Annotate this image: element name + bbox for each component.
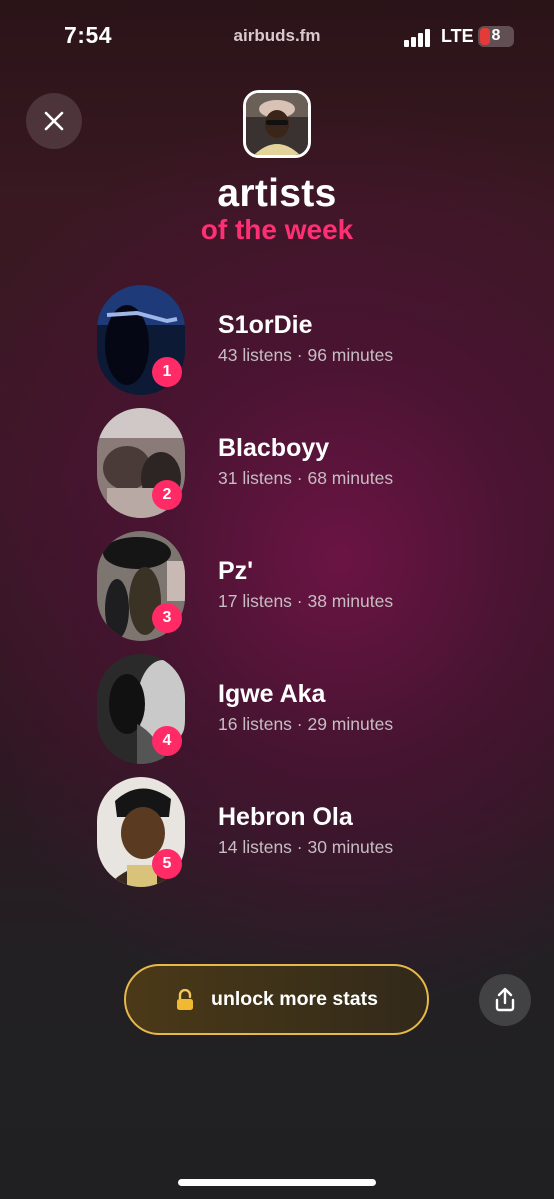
artist-name: S1orDie [218, 311, 313, 339]
artist-row[interactable]: 2 Blacboyy 31 listens · 68 minutes [97, 408, 517, 518]
close-button[interactable] [26, 93, 82, 149]
signal-icon [404, 29, 434, 47]
rank-badge: 1 [152, 357, 182, 387]
battery-icon: 8 [478, 26, 514, 47]
unlock-button-label: unlock more stats [211, 988, 378, 1010]
artist-row[interactable]: 1 S1orDie 43 listens · 96 minutes [97, 285, 517, 395]
artist-name: Pz' [218, 557, 254, 585]
rank-badge: 3 [152, 603, 182, 633]
page-subtitle: of the week [200, 214, 354, 245]
close-icon [44, 111, 64, 131]
artist-name: Blacboyy [218, 434, 330, 462]
artist-row[interactable]: 3 Pz' 17 listens · 38 minutes [97, 531, 517, 641]
unlock-more-stats-button[interactable]: unlock more stats [124, 964, 429, 1035]
artist-stats: 17 listens · 38 minutes [218, 591, 394, 611]
artist-stats: 43 listens · 96 minutes [218, 345, 394, 365]
artist-stats: 16 listens · 29 minutes [218, 714, 394, 734]
rank-badge: 2 [152, 480, 182, 510]
page-title: artists [217, 172, 337, 215]
status-bar: 7:54 airbuds.fm LTE 8 [0, 0, 554, 70]
network-label: LTE [441, 26, 474, 46]
share-icon [495, 987, 515, 1012]
artist-stats: 14 listens · 30 minutes [218, 837, 394, 857]
artist-name: Igwe Aka [218, 680, 326, 708]
artist-name: Hebron Ola [218, 803, 353, 831]
artist-row[interactable]: 4 Igwe Aka 16 listens · 29 minutes [97, 654, 517, 764]
battery-level: 8 [491, 27, 501, 44]
artist-stats: 31 listens · 68 minutes [218, 468, 394, 488]
home-indicator[interactable] [178, 1179, 376, 1186]
rank-badge: 4 [152, 726, 182, 756]
lock-icon [177, 988, 194, 1010]
artist-row[interactable]: 5 Hebron Ola 14 listens · 30 minutes [97, 777, 517, 887]
profile-avatar[interactable] [243, 90, 311, 158]
rank-badge: 5 [152, 849, 182, 879]
share-button[interactable] [479, 974, 531, 1026]
